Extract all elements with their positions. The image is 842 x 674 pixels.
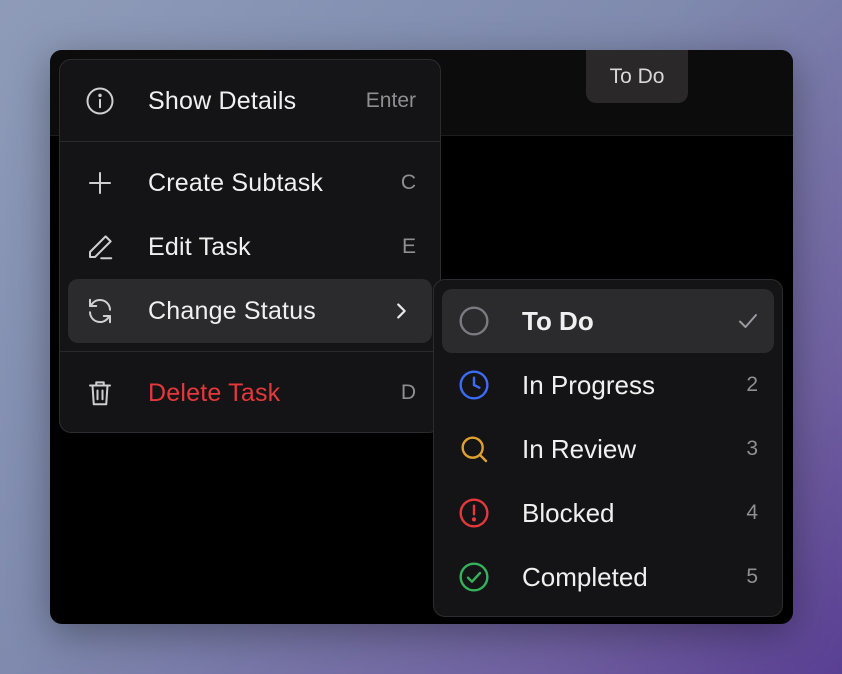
status-option-blocked[interactable]: Blocked 4: [442, 481, 774, 545]
alert-circle-icon: [442, 481, 506, 545]
shortcut-hint: 3: [746, 437, 758, 460]
menu-item-label: Create Subtask: [148, 168, 324, 197]
menu-item-edit-task[interactable]: Edit Task E: [68, 215, 432, 279]
menu-divider: [60, 351, 440, 352]
plus-icon: [68, 151, 132, 215]
menu-item-label: Delete Task: [148, 378, 281, 407]
menu-item-label: Change Status: [148, 296, 316, 325]
status-option-label: Blocked: [522, 497, 615, 528]
status-option-in-progress[interactable]: In Progress 2: [442, 353, 774, 417]
shortcut-hint: Enter: [365, 89, 416, 112]
menu-item-create-subtask[interactable]: Create Subtask C: [68, 151, 432, 215]
chevron-right-icon: [390, 300, 412, 322]
status-submenu: To Do In Progress 2 In Review 3 Blocked …: [433, 279, 783, 617]
check-circle-icon: [442, 545, 506, 609]
search-icon: [442, 417, 506, 481]
menu-item-show-details[interactable]: Show Details Enter: [68, 69, 432, 133]
refresh-icon: [68, 279, 132, 343]
status-option-completed[interactable]: Completed 5: [442, 545, 774, 609]
status-option-in-review[interactable]: In Review 3: [442, 417, 774, 481]
info-icon: [68, 69, 132, 133]
status-chip[interactable]: To Do: [586, 50, 688, 103]
pencil-icon: [68, 215, 132, 279]
shortcut-hint: 4: [746, 501, 758, 524]
clock-icon: [442, 353, 506, 417]
shortcut-hint: 5: [746, 565, 758, 588]
menu-item-label: Edit Task: [148, 232, 251, 261]
status-option-label: To Do: [522, 305, 594, 336]
menu-item-label: Show Details: [148, 86, 297, 115]
menu-divider: [60, 141, 440, 142]
trash-icon: [68, 361, 132, 425]
shortcut-hint: D: [400, 381, 416, 404]
status-option-label: Completed: [522, 561, 648, 592]
status-option-label: In Review: [522, 433, 637, 464]
status-option-to-do[interactable]: To Do: [442, 289, 774, 353]
circle-icon: [442, 289, 506, 353]
menu-item-delete-task[interactable]: Delete Task D: [68, 361, 432, 425]
app-window: To Do Show Details Enter Create Subtask …: [50, 50, 793, 624]
shortcut-hint: 2: [746, 373, 758, 396]
task-context-menu: Show Details Enter Create Subtask C Edit…: [59, 59, 441, 433]
shortcut-hint: C: [400, 171, 416, 194]
checkmark-icon: [736, 309, 760, 333]
shortcut-hint: E: [401, 235, 416, 258]
status-option-label: In Progress: [522, 369, 655, 400]
menu-item-change-status[interactable]: Change Status: [68, 279, 432, 343]
